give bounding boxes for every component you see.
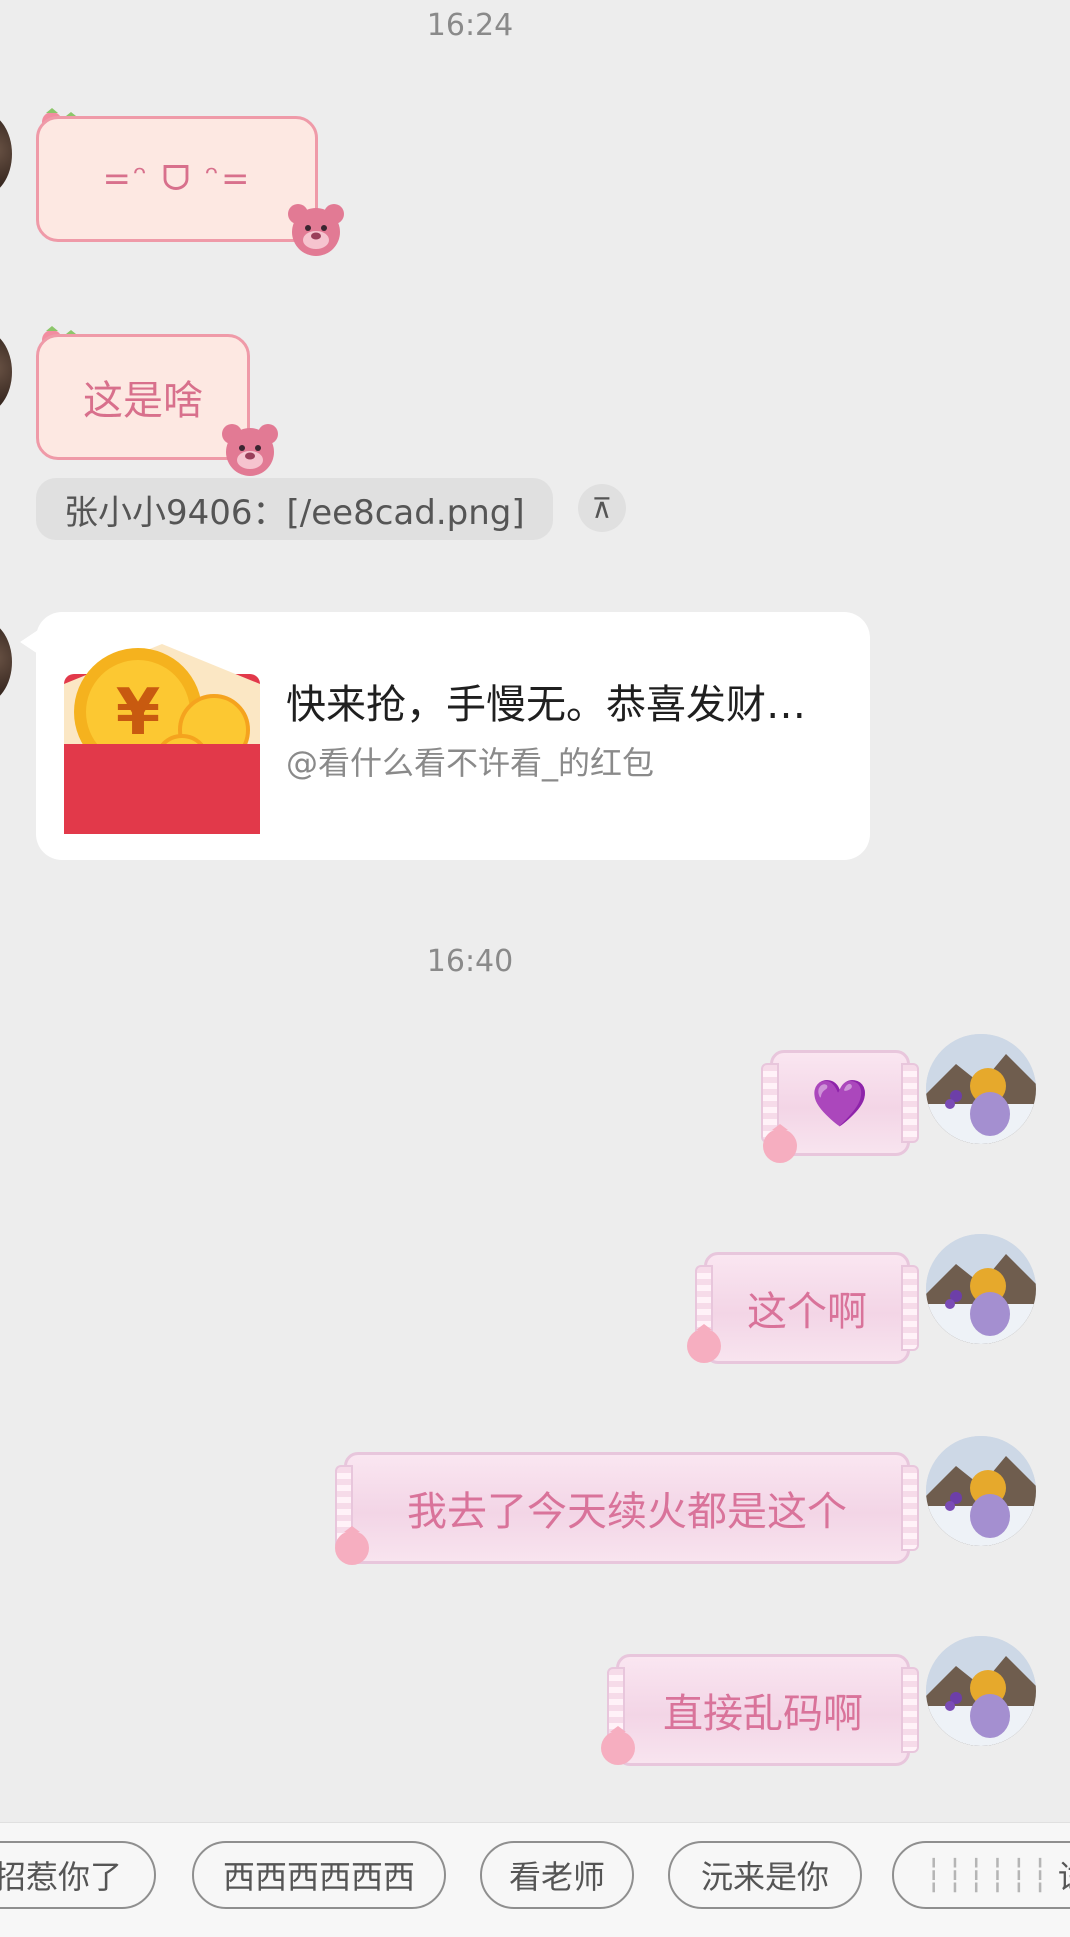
message-bubble[interactable]: 直接乱码啊	[607, 1654, 919, 1766]
avatar[interactable]	[0, 330, 12, 414]
svg-text:¥: ¥	[116, 676, 161, 750]
strawberry-icon	[763, 1124, 797, 1163]
message-text: 直接乱码啊	[663, 1691, 863, 1737]
red-packet-subtitle: @看什么看不许看_的红包	[286, 744, 655, 782]
quoted-message[interactable]: 张小小9406：[/ee8cad.png]	[36, 478, 553, 540]
message-bubble[interactable]: =ᵔ ᗜ ᵔ=	[36, 116, 318, 242]
quick-reply-chip[interactable]: 看老师	[480, 1841, 634, 1909]
avatar[interactable]	[926, 1636, 1036, 1746]
quick-reply-chip[interactable]: 沅来是你	[668, 1841, 862, 1909]
quoted-text: 张小小9406：[/ee8cad.png]	[64, 492, 525, 533]
avatar[interactable]	[0, 112, 12, 196]
scroll-to-quote-button[interactable]: ⊼	[578, 484, 626, 532]
message-bubble[interactable]: 这个啊	[695, 1252, 919, 1364]
bear-sticker-icon	[288, 204, 344, 256]
purple-heart-emoji: 💜	[811, 1075, 869, 1130]
quick-reply-chip[interactable]: ┆┆┆┆┆┆试	[892, 1841, 1070, 1909]
bear-sticker-icon	[222, 424, 278, 476]
avatar[interactable]	[926, 1234, 1036, 1344]
quick-reply-bar: 招惹你了 西西西西西西 看老师 沅来是你 ┆┆┆┆┆┆试	[0, 1822, 1070, 1937]
quick-reply-text: ┆┆┆┆┆┆	[924, 1856, 1052, 1894]
strawberry-icon	[687, 1324, 721, 1363]
timestamp: 16:40	[426, 944, 514, 979]
timestamp: 16:24	[426, 8, 514, 43]
avatar[interactable]	[0, 620, 12, 704]
arrow-up-icon: ⊼	[591, 491, 613, 525]
message-text: 我去了今天续火都是这个	[407, 1489, 847, 1535]
strawberry-icon	[601, 1726, 635, 1765]
red-packet-title: 快来抢，手慢无。恭喜发财…	[286, 682, 806, 728]
strawberry-icon	[335, 1526, 369, 1565]
quick-reply-text: 试	[1058, 1852, 1070, 1898]
message-bubble[interactable]: 我去了今天续火都是这个	[335, 1452, 919, 1564]
message-text: 这是啥	[83, 378, 203, 424]
message-text: 这个啊	[747, 1289, 867, 1335]
quick-reply-chip[interactable]: 西西西西西西	[192, 1841, 446, 1909]
message-bubble[interactable]: 这是啥	[36, 334, 250, 460]
red-envelope-icon: ¥	[64, 644, 260, 834]
avatar[interactable]	[926, 1034, 1036, 1144]
red-packet-card[interactable]: ¥ 快来抢，手慢无。恭喜发财… @看什么看不许看_的红包	[36, 612, 870, 860]
quick-reply-chip[interactable]: 招惹你了	[0, 1841, 156, 1909]
avatar[interactable]	[926, 1436, 1036, 1546]
message-text: =ᵔ ᗜ ᵔ=	[102, 159, 252, 199]
